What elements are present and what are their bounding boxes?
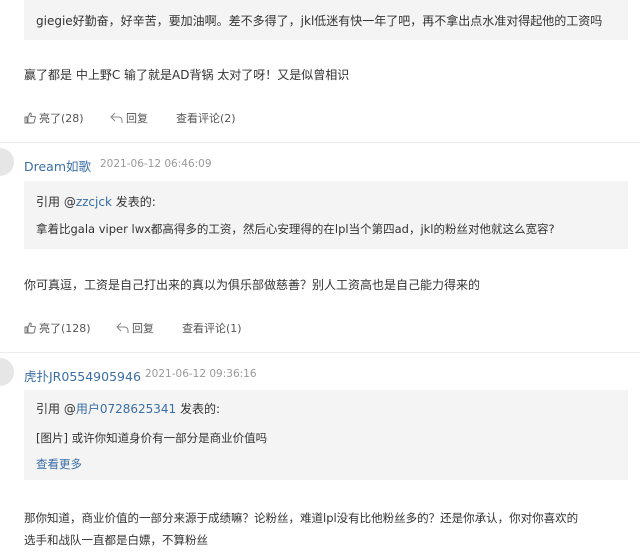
quote-block: giegie好勤奋，好辛苦，要加油啊。差不多得了，jkl低迷有快一年了吧，再不拿… <box>24 0 628 40</box>
thumbs-up-icon <box>24 112 36 124</box>
like-button[interactable]: 亮了(28) <box>24 110 84 126</box>
timestamp: 2021-06-12 06:46:09 <box>100 158 212 170</box>
quote-suffix: 发表的: <box>176 402 221 416</box>
view-comments-label: 查看评论(1) <box>182 322 242 335</box>
quote-header: 引用 @zzcjck 发表的: <box>36 193 156 210</box>
reply-icon <box>116 322 129 333</box>
quote-prefix: 引用 @ <box>36 195 76 209</box>
like-button[interactable]: 亮了(128) <box>24 320 91 336</box>
quote-block: 引用 @用户0728625341 发表的: [图片] 或许你知道身价有一部分是商… <box>24 390 628 480</box>
view-comments-link[interactable]: 查看评论(1) <box>182 320 242 336</box>
reply-label: 回复 <box>132 322 154 335</box>
comment-body-line: 那你知道，商业价值的一部分来源于成绩嘛？论粉丝，难道lpl没有比他粉丝多的？还是… <box>24 511 579 525</box>
like-count: 亮了(28) <box>39 112 84 125</box>
quote-header: 引用 @用户0728625341 发表的: <box>36 400 220 417</box>
comment-body: 你可真逗，工资是自己打出来的真以为俱乐部做慈善？别人工资高也是自己能力得来的 <box>24 278 481 292</box>
timestamp: 2021-06-12 09:36:16 <box>145 368 257 380</box>
quote-suffix: 发表的: <box>111 195 156 209</box>
quote-text: giegie好勤奋，好辛苦，要加油啊。差不多得了，jkl低迷有快一年了吧，再不拿… <box>36 14 603 28</box>
avatar-icon[interactable] <box>0 358 14 386</box>
reply-icon <box>110 112 123 123</box>
view-comments-label: 查看评论(2) <box>176 112 236 125</box>
comment-body: 那你知道，商业价值的一部分来源于成绩嘛？论粉丝，难道lpl没有比他粉丝多的？还是… <box>24 507 634 551</box>
see-more-link[interactable]: 查看更多 <box>36 456 82 472</box>
view-comments-link[interactable]: 查看评论(2) <box>176 110 236 126</box>
username[interactable]: 虎扑JR0554905946 <box>24 366 141 385</box>
comment-body: 赢了都是 中上野C 输了就是AD背锅 太对了呀！又是似曾相识 <box>24 68 350 82</box>
quoted-user-link[interactable]: zzcjck <box>76 195 112 209</box>
quote-text: 拿着比gala viper lwx都高得多的工资，然后心安理得的在lpl当个第四… <box>36 222 555 236</box>
divider <box>0 352 640 353</box>
like-count: 亮了(128) <box>39 322 91 335</box>
divider <box>0 142 640 143</box>
avatar-icon[interactable] <box>0 148 14 176</box>
quote-prefix: 引用 @ <box>36 402 76 416</box>
reply-button[interactable]: 回复 <box>110 110 148 126</box>
quote-block: 引用 @zzcjck 发表的: 拿着比gala viper lwx都高得多的工资… <box>24 181 628 249</box>
reply-label: 回复 <box>126 112 148 125</box>
thumbs-up-icon <box>24 322 36 334</box>
quoted-user-link[interactable]: 用户0728625341 <box>76 402 176 416</box>
reply-button[interactable]: 回复 <box>116 320 154 336</box>
quote-text: [图片] 或许你知道身价有一部分是商业价值吗 <box>36 431 268 445</box>
username[interactable]: Dream如歌 <box>24 156 91 175</box>
comment-body-line: 选手和战队一直都是白嫖，不算粉丝 <box>24 533 208 547</box>
